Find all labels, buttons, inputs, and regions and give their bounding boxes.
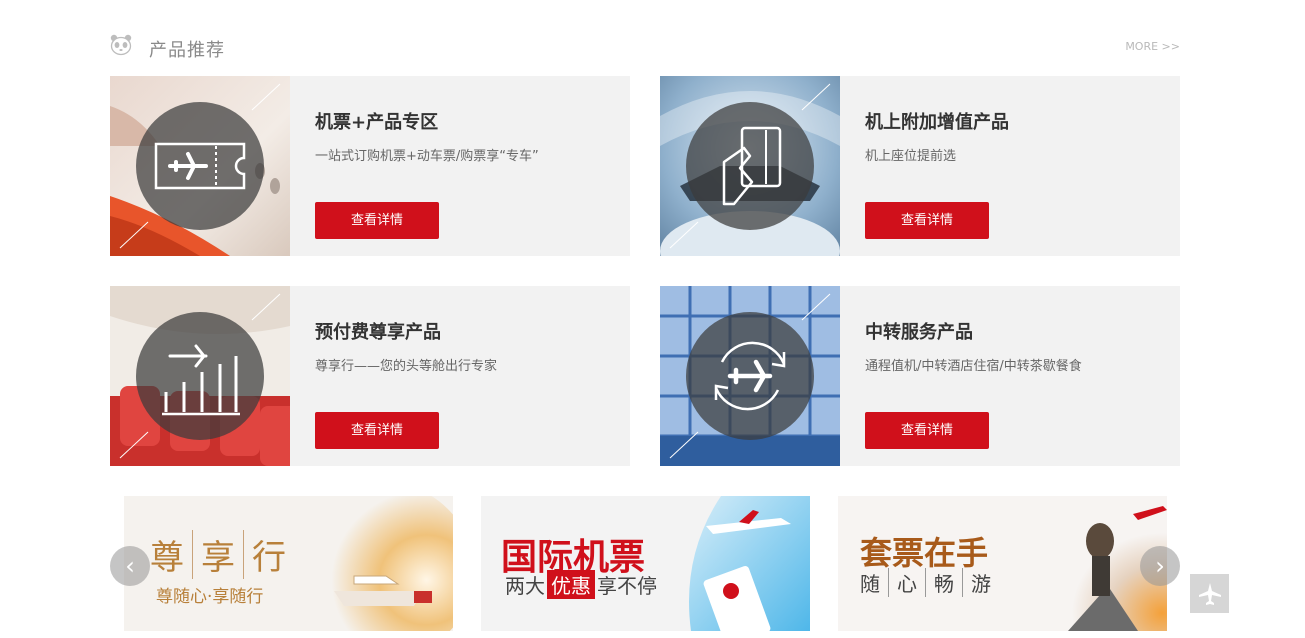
banner-highlight: 优惠 [547,570,595,599]
banner-package-tickets[interactable]: 套票在手 随 心 畅 游 [838,496,1167,631]
banner-char: 享 [201,530,244,579]
card-image [660,76,840,256]
carousel-prev-button[interactable]: ‹ [110,546,150,586]
card-title: 机票+产品专区 [315,112,439,133]
plane-icon [1198,582,1221,605]
banner-subtitle: 尊随心·享随行 [156,587,264,607]
view-details-button[interactable]: 查看详情 [315,412,439,449]
banner-subtitle-part: 享不停 [597,574,657,598]
card-image [110,76,290,256]
decorative-line [119,83,281,249]
product-card-flight-plus: 机票+产品专区 一站式订购机票+动车票/购票享“专车” 查看详情 [110,76,630,256]
product-card-prepaid-premium: 预付费尊享产品 尊享行——您的头等舱出行专家 查看详情 [110,286,630,466]
chevron-left-icon: ‹ [125,552,135,580]
card-image [660,286,840,466]
banner-char: 尊 [150,530,193,579]
view-details-button[interactable]: 查看详情 [315,202,439,239]
product-card-inflight-addons: 机上附加增值产品 机上座位提前选 查看详情 [660,76,1180,256]
more-link[interactable]: MORE >> [1125,40,1180,53]
card-description: 通程值机/中转酒店住宿/中转茶歇餐食 [865,359,1082,374]
banner-char: 随 [860,568,889,597]
banner-premium-travel[interactable]: 尊 享 行 尊随心·享随行 [124,496,453,631]
product-card-transfer-services: 中转服务产品 通程值机/中转酒店住宿/中转茶歇餐食 查看详情 [660,286,1180,466]
view-details-button[interactable]: 查看详情 [865,202,989,239]
floating-flight-button[interactable] [1190,574,1229,613]
banner-char: 心 [897,568,926,597]
card-title: 中转服务产品 [865,322,973,343]
card-title: 预付费尊享产品 [315,322,441,343]
decorative-line [669,293,831,459]
carousel-next-button[interactable]: › [1140,546,1180,586]
section-title: 产品推荐 [149,40,225,61]
card-image [110,286,290,466]
banner-subtitle: 随 心 畅 游 [860,568,991,597]
card-description: 一站式订购机票+动车票/购票享“专车” [315,149,539,164]
card-title: 机上附加增值产品 [865,112,1009,133]
card-description: 尊享行——您的头等舱出行专家 [315,359,498,374]
decorative-line [119,293,281,459]
decorative-line [669,83,831,249]
banner-subtitle: 两大 优惠 享不停 [505,570,657,599]
banner-subtitle-part: 两大 [505,574,545,598]
section-header: 产品推荐 MORE >> [110,32,1180,62]
card-description: 机上座位提前选 [865,149,957,164]
banner-char: 游 [971,572,991,596]
view-details-button[interactable]: 查看详情 [865,412,989,449]
banner-title: 尊 享 行 [150,530,286,579]
banner-international-tickets[interactable]: 国际机票 两大 优惠 享不停 [481,496,810,631]
banner-char: 行 [252,538,286,578]
banner-char: 畅 [934,568,963,597]
panda-icon [110,34,132,56]
chevron-right-icon: › [1155,552,1165,580]
